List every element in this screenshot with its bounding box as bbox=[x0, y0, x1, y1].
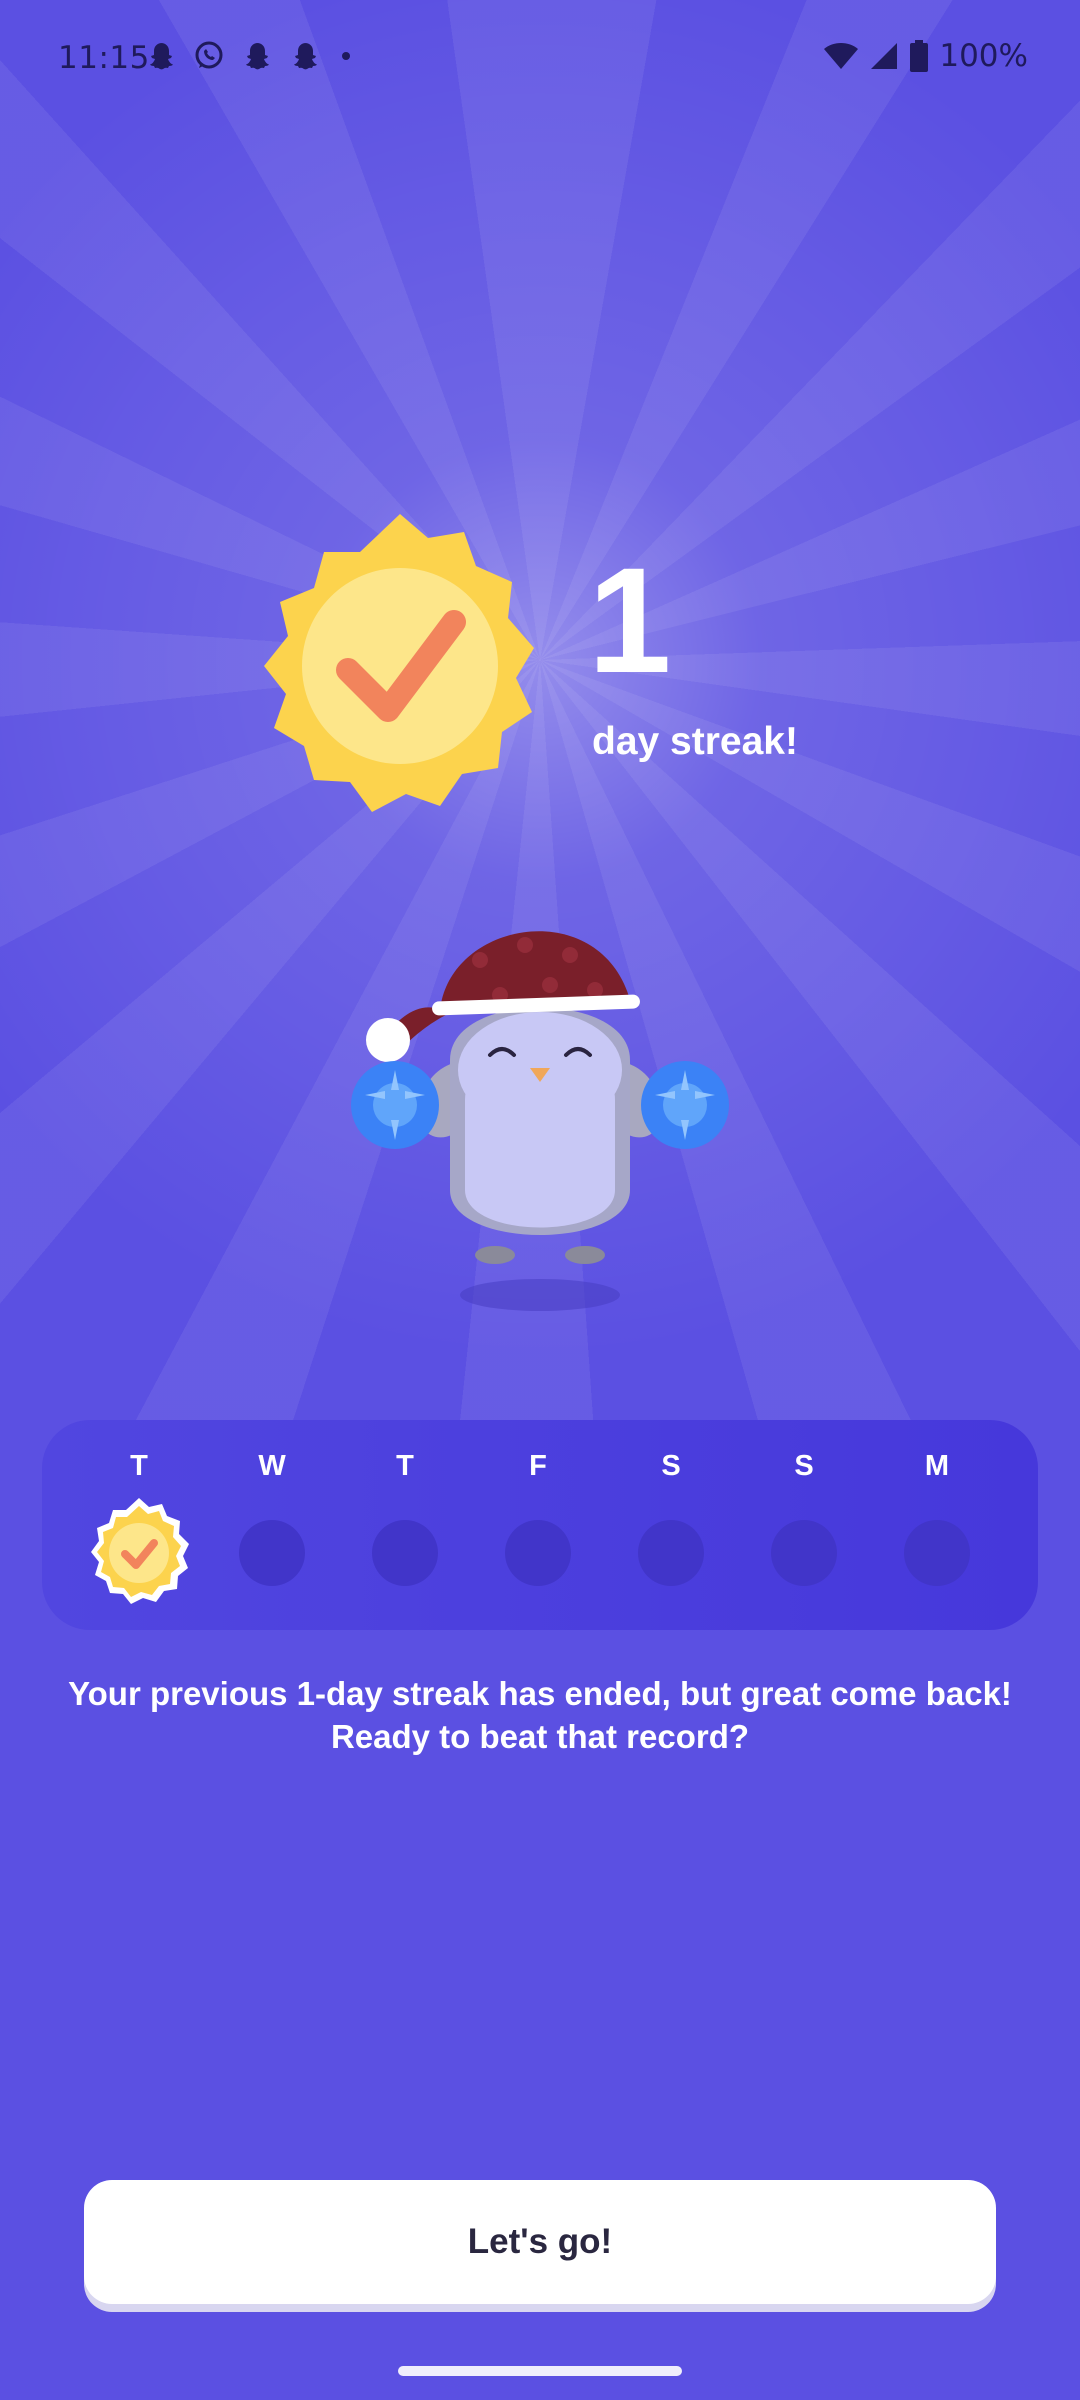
left-pompom bbox=[351, 1061, 439, 1149]
snapchat-icon bbox=[294, 43, 317, 70]
day-tuesday: T bbox=[89, 1420, 189, 1630]
day-letter: F bbox=[529, 1450, 547, 1482]
completed-day-badge-icon bbox=[91, 1498, 189, 1604]
streak-message: Your previous 1-day streak has ended, bu… bbox=[68, 1675, 1012, 1755]
day-letter: S bbox=[794, 1450, 814, 1482]
streak-label: day streak! bbox=[592, 720, 798, 763]
penguin-mascot bbox=[351, 931, 729, 1311]
status-time: 11:15 bbox=[58, 40, 150, 76]
battery-percentage: 100% bbox=[939, 38, 1028, 74]
signal-icon bbox=[871, 43, 898, 69]
snapchat-icon bbox=[246, 43, 269, 70]
streak-badge-icon bbox=[264, 514, 534, 812]
day-friday: F bbox=[488, 1420, 588, 1630]
streak-count: 1 bbox=[588, 536, 672, 704]
day-thursday: T bbox=[355, 1420, 455, 1630]
wifi-icon bbox=[824, 43, 859, 69]
day-letter: T bbox=[130, 1450, 148, 1482]
day-letter: S bbox=[661, 1450, 681, 1482]
snapchat-icon bbox=[150, 43, 173, 70]
day-letter: W bbox=[258, 1450, 286, 1482]
day-letter: T bbox=[396, 1450, 414, 1482]
day-monday: M bbox=[887, 1420, 987, 1630]
right-pompom bbox=[641, 1061, 729, 1149]
notification-icons bbox=[145, 40, 355, 72]
week-streak-tracker: T W T F S S M bbox=[42, 1420, 1038, 1630]
empty-day-dot bbox=[638, 1520, 704, 1586]
status-right: 100% bbox=[823, 38, 1028, 74]
day-saturday: S bbox=[621, 1420, 721, 1630]
lets-go-button[interactable]: Let's go! bbox=[84, 2180, 996, 2304]
more-dot-icon bbox=[342, 52, 350, 60]
whatsapp-icon bbox=[195, 41, 223, 69]
home-indicator[interactable] bbox=[398, 2366, 682, 2376]
empty-day-dot bbox=[239, 1520, 305, 1586]
status-bar: 11:15 100% bbox=[0, 0, 1080, 120]
empty-day-dot bbox=[771, 1520, 837, 1586]
day-letter: M bbox=[924, 1450, 950, 1482]
empty-day-dot bbox=[505, 1520, 571, 1586]
empty-day-dot bbox=[904, 1520, 970, 1586]
day-sunday: S bbox=[754, 1420, 854, 1630]
empty-day-dot bbox=[372, 1520, 438, 1586]
day-wednesday: W bbox=[222, 1420, 322, 1630]
battery-icon bbox=[910, 40, 929, 72]
